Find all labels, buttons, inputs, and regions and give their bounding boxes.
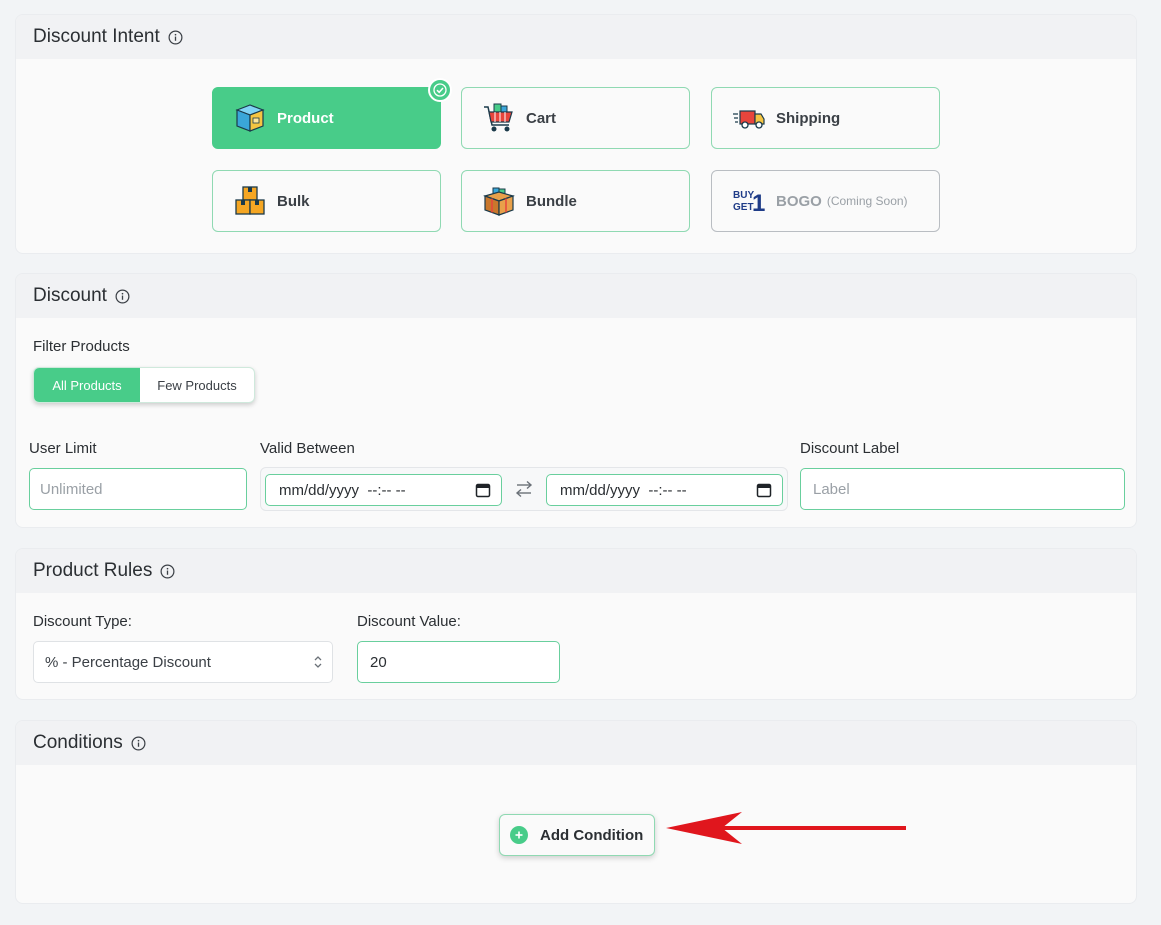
buy-get-one-icon: BUY GET 1 xyxy=(732,184,766,218)
discount-value-input[interactable]: 20 xyxy=(357,641,560,683)
calendar-icon[interactable] xyxy=(756,482,772,502)
discount-intent-header: Discount Intent xyxy=(16,15,1136,59)
info-icon[interactable] xyxy=(168,30,183,45)
intent-tile-bulk[interactable]: Bulk xyxy=(212,170,441,232)
intent-tile-label: Product xyxy=(277,109,334,127)
product-rules-card: Product Rules Discount Type: % - Percent… xyxy=(15,548,1137,700)
conditions-card: Conditions Add Condition xyxy=(15,720,1137,904)
buy-get-icon-number: 1 xyxy=(752,190,765,217)
user-limit-placeholder: Unlimited xyxy=(40,480,103,498)
discount-header: Discount xyxy=(16,274,1136,318)
discount-label-input[interactable]: Label xyxy=(800,468,1125,510)
intent-tile-label: BOGO xyxy=(776,192,822,210)
intent-tile-shipping[interactable]: Shipping xyxy=(711,87,940,149)
info-icon[interactable] xyxy=(131,736,146,751)
conditions-header: Conditions xyxy=(16,721,1136,765)
start-date-input[interactable]: mm/dd/yyyy --:-- -- xyxy=(265,474,502,506)
intent-tile-label: Bundle xyxy=(526,192,577,210)
intent-tile-label: Cart xyxy=(526,109,557,127)
product-rules-header: Product Rules xyxy=(16,549,1136,593)
annotation-arrow xyxy=(666,812,906,844)
few-products-option[interactable]: Few Products xyxy=(140,368,254,402)
discount-intent-card: Discount Intent Product Cart Shipping Bu… xyxy=(15,14,1137,254)
discount-intent-title: Discount Intent xyxy=(33,26,160,47)
plus-circle-icon xyxy=(510,826,528,844)
user-limit-label: User Limit xyxy=(29,440,97,457)
product-rules-title: Product Rules xyxy=(33,560,153,581)
intent-tile-bundle[interactable]: Bundle xyxy=(461,170,690,232)
valid-between-range: mm/dd/yyyy --:-- -- mm/dd/yyyy --:-- -- xyxy=(260,467,788,511)
info-icon[interactable] xyxy=(115,289,130,304)
user-limit-input[interactable]: Unlimited xyxy=(29,468,247,510)
discount-type-select[interactable]: % - Percentage Discount xyxy=(33,641,333,683)
shopping-cart-icon xyxy=(482,101,516,135)
bundle-box-icon xyxy=(482,184,516,218)
chevron-up-down-icon xyxy=(312,654,324,674)
end-date-value: mm/dd/yyyy --:-- -- xyxy=(560,481,687,499)
add-condition-label: Add Condition xyxy=(540,826,644,844)
product-box-icon xyxy=(233,101,267,135)
intent-tile-product[interactable]: Product xyxy=(212,78,452,149)
valid-between-label: Valid Between xyxy=(260,440,355,457)
intent-tile-label: Shipping xyxy=(776,109,841,127)
intent-tile-label: Bulk xyxy=(277,192,310,210)
all-products-option[interactable]: All Products xyxy=(34,368,140,402)
discount-type-value: % - Percentage Discount xyxy=(45,653,211,671)
check-circle-icon xyxy=(428,78,452,102)
swap-arrows-icon xyxy=(514,480,534,503)
info-icon[interactable] xyxy=(160,564,175,579)
start-date-value: mm/dd/yyyy --:-- -- xyxy=(279,481,406,499)
discount-label-placeholder: Label xyxy=(813,480,850,498)
discount-label-label: Discount Label xyxy=(800,440,900,457)
intent-tile-bogo: BUY GET 1 BOGO (Coming Soon) xyxy=(711,170,940,232)
discount-value-label: Discount Value: xyxy=(357,613,461,630)
calendar-icon[interactable] xyxy=(475,482,491,502)
discount-title: Discount xyxy=(33,285,107,306)
conditions-title: Conditions xyxy=(33,732,123,753)
discount-card: Discount Filter Products All Products Fe… xyxy=(15,273,1137,528)
add-condition-button[interactable]: Add Condition xyxy=(499,814,655,856)
discount-value-text: 20 xyxy=(370,653,387,671)
end-date-input[interactable]: mm/dd/yyyy --:-- -- xyxy=(546,474,783,506)
filter-products-toggle: All Products Few Products xyxy=(33,367,255,403)
delivery-truck-icon xyxy=(732,101,766,135)
intent-tile-cart[interactable]: Cart xyxy=(461,87,690,149)
filter-products-label: Filter Products xyxy=(33,338,130,355)
stacked-boxes-icon xyxy=(233,184,267,218)
discount-type-label: Discount Type: xyxy=(33,613,132,630)
buy-get-icon-text-bottom: GET xyxy=(733,202,754,213)
coming-soon-note: (Coming Soon) xyxy=(826,194,908,208)
